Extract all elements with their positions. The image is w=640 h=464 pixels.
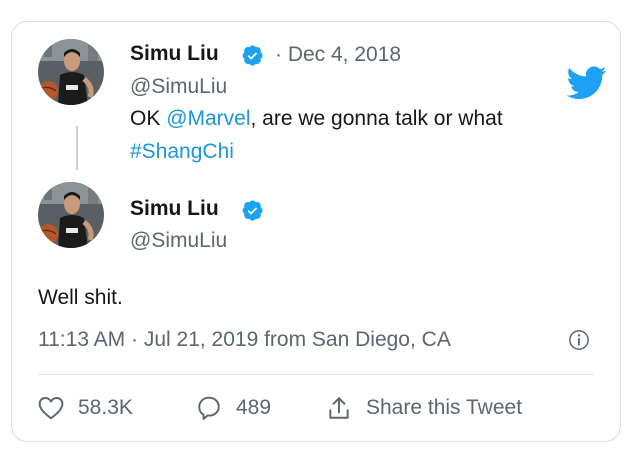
divider — [38, 374, 594, 375]
reply-bubble-icon — [198, 396, 220, 420]
author-name[interactable]: Simu Liu — [130, 197, 219, 221]
reply-count: 489 — [236, 396, 272, 419]
tweet-meta[interactable]: 11:13 AM · Jul 21, 2019 from San Diego, … — [38, 328, 451, 352]
mention-link[interactable]: @Marvel — [166, 107, 250, 130]
verified-badge-icon — [242, 200, 263, 221]
tweet-date[interactable]: · Dec 4, 2018 — [275, 43, 401, 67]
verified-badge-icon — [242, 45, 263, 66]
like-button[interactable]: 58.3K — [38, 393, 133, 423]
reply-button[interactable]: 489 — [196, 393, 271, 423]
tweet-text-prefix: OK — [130, 107, 167, 130]
author-handle[interactable]: @SimuLiu — [130, 75, 227, 99]
author-handle[interactable]: @SimuLiu — [130, 229, 227, 253]
info-icon[interactable] — [568, 329, 590, 351]
twitter-bird-icon[interactable] — [567, 66, 607, 100]
avatar-photo — [38, 182, 104, 248]
share-button[interactable]: Share this Tweet — [326, 393, 522, 423]
hashtag-link[interactable]: #ShangChi — [130, 140, 234, 164]
tweet-card[interactable]: Simu Liu · Dec 4, 2018 @SimuLiu OK @Marv… — [11, 21, 621, 442]
heart-icon — [38, 397, 64, 420]
author-name[interactable]: Simu Liu — [130, 42, 219, 66]
like-count: 58.3K — [78, 396, 133, 419]
thread-connector — [76, 126, 78, 170]
avatar[interactable] — [38, 39, 104, 105]
avatar-photo — [38, 39, 104, 105]
share-label: Share this Tweet — [366, 396, 523, 419]
tweet-text: Well shit. — [38, 286, 123, 309]
tweet-text: OK @Marvel, are we gonna talk or what — [130, 107, 503, 131]
share-icon — [329, 397, 349, 419]
tweet-text-suffix: , are we gonna talk or what — [250, 107, 503, 130]
avatar[interactable] — [38, 182, 104, 248]
